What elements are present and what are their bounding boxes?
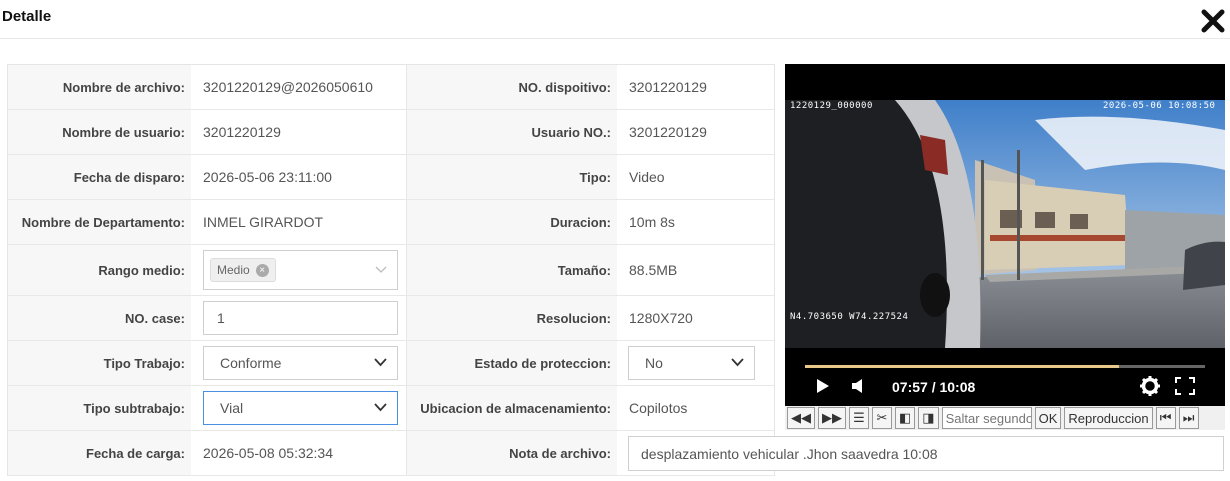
trigger-date-label: Fecha de disparo: [8, 155, 191, 199]
chevron-down-icon [375, 266, 387, 273]
form-row: Tipo subtrabajo: Vial Ubicacion de almac… [8, 386, 774, 431]
rewind-icon[interactable]: ◀◀ [787, 407, 815, 429]
video-frame [785, 100, 1225, 348]
playback-button[interactable]: Reproduccion [1064, 407, 1153, 429]
trigger-date-value: 2026-05-06 23:11:00 [191, 155, 407, 199]
duration-label: Duracion: [407, 200, 617, 244]
file-note-input[interactable]: desplazamiento vehicular .Jhon saavedra … [628, 436, 1224, 471]
resolution-label: Resolucion: [407, 296, 617, 340]
form-row: NO. case: 1 Resolucion: 1280X720 [8, 296, 774, 341]
case-no-input[interactable]: 1 [203, 301, 398, 335]
file-note-label: Nota de archivo: [407, 431, 617, 475]
volume-icon[interactable] [851, 378, 865, 394]
frame-back-icon[interactable]: ◧ [895, 407, 916, 429]
osd-timestamp: 2026-05-06 10:08:50 [1103, 101, 1216, 111]
chevron-down-icon [731, 358, 744, 367]
storage-location-value: Copilotos [629, 400, 688, 416]
user-name-label: Nombre de usuario: [8, 110, 191, 154]
protection-status-select[interactable]: No [628, 346, 755, 380]
user-no-label: Usuario NO.: [407, 110, 617, 154]
type-value: Video [629, 169, 665, 185]
play-icon[interactable] [816, 378, 830, 394]
list-icon[interactable]: ☰ [849, 407, 869, 429]
scissors-icon[interactable]: ✂ [872, 407, 892, 429]
file-name-value: 3201220129@2026050610 [191, 65, 407, 109]
video-player[interactable]: 1220129_000000 2026-05-06 10:08:50 N4.70… [785, 64, 1225, 430]
form-row: Nombre de archivo: 3201220129@2026050610… [8, 65, 774, 110]
range-label: Rango medio: [8, 245, 191, 295]
fast-forward-icon[interactable]: ▶▶ [818, 407, 846, 429]
work-type-select[interactable]: Conforme [203, 346, 398, 380]
form-row: Tipo Trabajo: Conforme Estado de protecc… [8, 341, 774, 386]
chevron-down-icon [374, 403, 387, 412]
close-icon[interactable] [1200, 8, 1226, 34]
upload-date-value: 2026-05-08 05:32:34 [191, 431, 407, 475]
upload-date-label: Fecha de carga: [8, 431, 191, 475]
resolution-value: 1280X720 [629, 310, 693, 326]
work-type-label: Tipo Trabajo: [8, 341, 191, 385]
case-no-label: NO. case: [8, 296, 191, 340]
department-value: INMEL GIRARDOT [191, 200, 407, 244]
sub-work-type-label: Tipo subtrabajo: [8, 386, 191, 430]
video-timecode: 07:57 / 10:08 [892, 379, 976, 395]
sub-work-type-select[interactable]: Vial [203, 391, 398, 425]
range-multiselect[interactable]: Medio × [203, 250, 398, 290]
osd-gps: N4.703650 W74.227524 [790, 312, 909, 322]
video-toolbar: ◀◀ ▶▶ ☰ ✂ ◧ ◨ OK Reproduccion ⏮ ⏭ [785, 406, 1225, 430]
protection-status-label: Estado de proteccion: [407, 341, 617, 385]
form-row: Fecha de disparo: 2026-05-06 23:11:00 Ti… [8, 155, 774, 200]
size-label: Tamaño: [407, 245, 617, 295]
work-type-selected: Conforme [220, 355, 282, 371]
form-row: Rango medio: Medio × Tamaño: 88.5MB [8, 245, 774, 296]
progress-bar[interactable] [805, 365, 1205, 368]
ok-button[interactable]: OK [1034, 407, 1062, 429]
protection-status-selected: No [645, 355, 663, 371]
skip-start-icon[interactable]: ⏮ [1155, 407, 1176, 429]
form-row: Nombre de Departamento: INMEL GIRARDOT D… [8, 200, 774, 245]
device-no-label: NO. dispoitivo: [407, 65, 617, 109]
settings-gear-icon[interactable] [1140, 376, 1160, 396]
duration-value: 10m 8s [629, 214, 675, 230]
device-no-value: 3201220129 [629, 79, 707, 95]
frame-forward-icon[interactable]: ◨ [918, 407, 939, 429]
sub-work-type-selected: Vial [220, 400, 244, 416]
user-name-value: 3201220129 [191, 110, 407, 154]
type-label: Tipo: [407, 155, 617, 199]
dialog-header: Detalle [0, 0, 1230, 39]
skip-end-icon[interactable]: ⏭ [1178, 407, 1199, 429]
remove-tag-icon[interactable]: × [255, 263, 269, 277]
osd-device-id: 1220129_000000 [790, 101, 873, 111]
range-tag: Medio × [210, 258, 276, 282]
storage-location-label: Ubicacion de almacenamiento: [407, 386, 617, 430]
chevron-down-icon [374, 358, 387, 367]
progress-fill [805, 365, 1119, 368]
detail-form: Nombre de archivo: 3201220129@2026050610… [7, 64, 775, 476]
seek-seconds-input[interactable] [941, 407, 1032, 429]
file-name-label: Nombre de archivo: [8, 65, 191, 109]
range-tag-label: Medio [217, 263, 250, 277]
fullscreen-icon[interactable] [1175, 377, 1195, 395]
department-label: Nombre de Departamento: [8, 200, 191, 244]
form-row: Nombre de usuario: 3201220129 Usuario NO… [8, 110, 774, 155]
dialog-title: Detalle [2, 8, 52, 25]
size-value: 88.5MB [629, 262, 678, 278]
user-no-value: 3201220129 [629, 124, 707, 140]
